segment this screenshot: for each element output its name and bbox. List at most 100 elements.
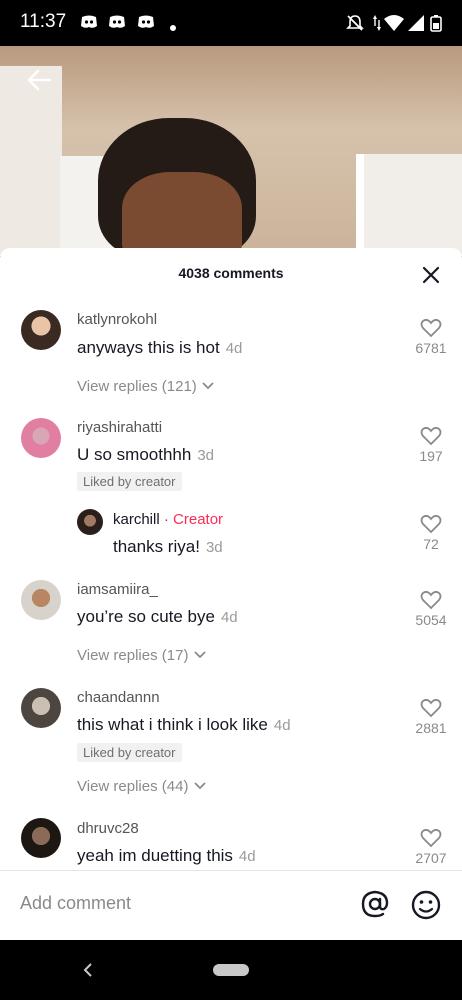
like-button[interactable]: 2881	[401, 698, 461, 736]
comment-body: yeah im duetting this	[77, 846, 233, 865]
comments-sheet: 4038 comments katlynrokohl anyways this …	[0, 248, 462, 940]
like-count: 2707	[415, 850, 447, 866]
video-person-face	[122, 172, 242, 256]
heart-icon	[420, 514, 442, 534]
view-replies-label: View replies (44)	[77, 778, 189, 795]
comment-input-bar: Add comment	[0, 870, 462, 940]
nav-back-icon	[83, 963, 92, 977]
reply-username[interactable]: karchill	[113, 511, 160, 528]
like-count: 2881	[415, 720, 447, 736]
discord-icon	[137, 14, 155, 35]
comment-username[interactable]: chaandannn	[77, 689, 160, 706]
like-button[interactable]: 2707	[401, 828, 461, 866]
home-pill-icon[interactable]	[213, 964, 249, 976]
add-comment-input[interactable]: Add comment	[20, 893, 131, 914]
video-player[interactable]	[0, 46, 462, 256]
like-count: 5054	[415, 612, 447, 628]
discord-icon	[80, 14, 98, 35]
like-button[interactable]: 5054	[401, 590, 461, 628]
liked-by-creator-badge: Liked by creator	[77, 472, 182, 491]
reply-username-row: karchill · Creator	[113, 511, 223, 528]
status-time: 11:37	[20, 11, 67, 32]
comment-body: this what i think i look like	[77, 715, 268, 734]
emoji-button[interactable]	[410, 889, 442, 921]
creator-tag: Creator	[173, 511, 224, 528]
comment-age: 4d	[273, 717, 291, 734]
comment-text: anyways this is hot 4d	[77, 338, 242, 358]
comment-item: katlynrokohl anyways this is hot 4d 6781 …	[0, 308, 462, 413]
comments-header: 4038 comments	[0, 248, 462, 298]
view-replies-label: View replies (121)	[77, 378, 197, 395]
emoji-icon	[411, 890, 441, 920]
avatar[interactable]	[21, 688, 61, 728]
avatar[interactable]	[21, 580, 61, 620]
comment-text: U so smoothhh 3d	[77, 445, 214, 465]
mention-button[interactable]	[360, 889, 390, 919]
like-count: 197	[419, 448, 443, 464]
comment-text: yeah im duetting this 4d	[77, 846, 256, 866]
comment-body: you’re so cute bye	[77, 607, 215, 626]
comments-count: 4038 comments	[178, 265, 284, 281]
view-replies-button[interactable]: View replies (121)	[77, 378, 215, 395]
discord-icon	[108, 14, 126, 35]
avatar[interactable]	[77, 509, 103, 535]
avatar[interactable]	[21, 310, 61, 350]
chevron-down-icon	[202, 382, 214, 390]
back-button[interactable]	[24, 64, 56, 96]
like-button[interactable]: 197	[401, 426, 461, 464]
view-replies-label: View replies (17)	[77, 647, 189, 664]
comment-item: riyashirahatti U so smoothhh 3d Liked by …	[0, 416, 462, 498]
comment-body: thanks riya!	[113, 537, 200, 556]
liked-by-creator-badge: Liked by creator	[77, 743, 182, 762]
heart-icon	[420, 698, 442, 718]
like-count: 72	[423, 536, 439, 552]
comment-item: dhruvc28 yeah im duetting this 4d 2707	[0, 816, 462, 870]
avatar[interactable]	[21, 418, 61, 458]
comment-text: you’re so cute bye 4d	[77, 607, 238, 627]
comment-username[interactable]: katlynrokohl	[77, 311, 157, 328]
wifi-icon	[384, 14, 404, 37]
comment-age: 3d	[205, 539, 223, 556]
chevron-down-icon	[193, 782, 206, 790]
status-bar: 11:37	[0, 0, 462, 46]
navigation-bar	[0, 940, 462, 1000]
comment-age: 4d	[220, 609, 238, 626]
comment-age: 4d	[238, 848, 256, 865]
comment-item: iamsamiira_ you’re so cute bye 4d 5054 Vi…	[0, 578, 462, 678]
comments-list[interactable]: katlynrokohl anyways this is hot 4d 6781 …	[0, 298, 462, 870]
at-sign-icon	[361, 890, 389, 918]
reply-item: karchill · Creator thanks riya! 3d 72	[0, 506, 462, 572]
comment-age: 4d	[225, 340, 243, 357]
separator-dot: ·	[163, 511, 169, 528]
video-door-right	[356, 154, 462, 256]
mute-icon	[346, 14, 364, 37]
signal-icon	[408, 14, 424, 37]
battery-icon	[430, 14, 442, 37]
view-replies-button[interactable]: View replies (17)	[77, 647, 207, 664]
nav-back-button[interactable]	[80, 962, 96, 978]
heart-icon	[420, 426, 442, 446]
reply-text: thanks riya! 3d	[113, 537, 223, 557]
comment-username[interactable]: riyashirahatti	[77, 419, 162, 436]
heart-icon	[420, 318, 442, 338]
comment-body: U so smoothhh	[77, 445, 192, 464]
comment-body: anyways this is hot	[77, 338, 220, 357]
chevron-down-icon	[193, 651, 206, 659]
view-replies-button[interactable]: View replies (44)	[77, 778, 207, 795]
avatar[interactable]	[21, 818, 61, 858]
comment-text: this what i think i look like 4d	[77, 715, 291, 735]
data-arrows-icon	[372, 14, 382, 37]
comment-username[interactable]: iamsamiira_	[77, 581, 158, 598]
like-count: 6781	[415, 340, 447, 356]
like-button[interactable]: 6781	[401, 318, 461, 356]
close-comments-button[interactable]	[420, 264, 442, 286]
close-icon	[422, 266, 440, 284]
notification-dot-icon	[170, 18, 176, 36]
comment-item: chaandannn this what i think i look like…	[0, 686, 462, 808]
heart-icon	[420, 590, 442, 610]
heart-icon	[420, 828, 442, 848]
comment-age: 3d	[197, 447, 215, 464]
like-button[interactable]: 72	[401, 514, 461, 552]
comment-username[interactable]: dhruvc28	[77, 820, 139, 837]
arrow-left-icon	[27, 69, 52, 91]
